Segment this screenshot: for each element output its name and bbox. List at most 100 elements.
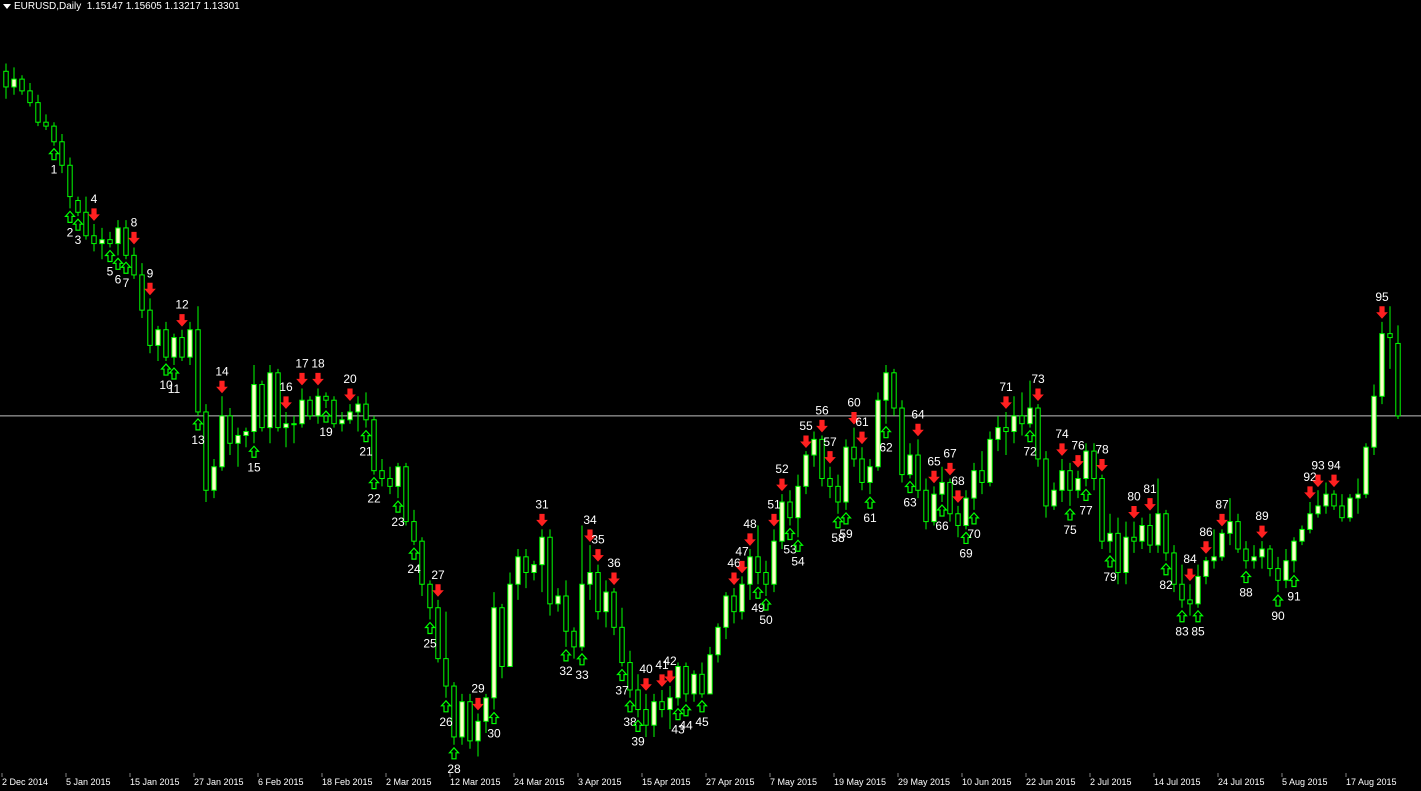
- signal-marker: 31: [535, 497, 549, 527]
- candle-body: [195, 329, 201, 413]
- candle: [387, 466, 393, 495]
- buy-arrow-icon: [1104, 555, 1116, 568]
- signal-marker: 21: [359, 429, 373, 459]
- candle: [955, 505, 961, 538]
- candle-body: [1179, 583, 1185, 601]
- candle: [475, 713, 481, 757]
- candle-body: [835, 485, 841, 503]
- candle: [1235, 513, 1241, 553]
- candle-body: [19, 78, 25, 92]
- candle-body: [1003, 427, 1009, 433]
- candle: [523, 549, 529, 589]
- time-axis-label: 5 Aug 2015: [1282, 777, 1328, 787]
- candle: [963, 490, 969, 530]
- signal-label: 80: [1127, 490, 1141, 504]
- sell-arrow-icon: [744, 533, 756, 546]
- candle-body: [451, 685, 457, 738]
- sell-arrow-icon: [472, 697, 484, 711]
- signal-label: 94: [1327, 458, 1341, 472]
- buy-arrow-icon: [248, 445, 260, 458]
- signal-label: 31: [535, 497, 549, 511]
- sell-arrow-icon: [1304, 486, 1316, 499]
- time-axis-label: 5 Jan 2015: [66, 777, 111, 787]
- candle: [1147, 513, 1153, 553]
- signal-label: 65: [927, 454, 941, 468]
- signal-marker: 79: [1103, 555, 1117, 584]
- signal-marker: 53: [783, 527, 797, 557]
- candle: [259, 380, 265, 432]
- signal-label: 76: [1071, 439, 1085, 453]
- signal-label: 54: [791, 554, 805, 568]
- signal-label: 79: [1103, 570, 1117, 584]
- candle: [59, 133, 65, 174]
- signal-label: 75: [1063, 523, 1077, 537]
- sell-arrow-icon: [728, 572, 740, 586]
- candle-body: [619, 626, 625, 664]
- signal-label: 63: [903, 496, 917, 510]
- candle-body: [267, 372, 273, 429]
- buy-arrow-icon: [864, 496, 876, 509]
- candle: [515, 549, 521, 600]
- sell-arrow-icon: [176, 314, 188, 327]
- candle: [1219, 529, 1225, 561]
- signal-marker: 19: [319, 410, 333, 439]
- buy-arrow-icon: [696, 699, 708, 713]
- buy-arrow-icon: [968, 511, 980, 525]
- candle-body: [547, 536, 553, 605]
- candle-body: [1283, 560, 1289, 581]
- candle-body: [851, 446, 857, 460]
- sell-arrow-icon: [856, 431, 868, 445]
- candle-body: [867, 466, 873, 483]
- signal-marker: 90: [1271, 594, 1285, 623]
- candle-body: [931, 493, 937, 523]
- candle: [179, 329, 185, 362]
- signal-label: 26: [439, 715, 453, 729]
- candle: [915, 439, 921, 499]
- candle-body: [923, 489, 929, 523]
- sell-arrow-icon: [144, 282, 156, 296]
- candle-body: [843, 446, 849, 503]
- candle-body: [579, 583, 585, 648]
- candle: [1195, 564, 1201, 608]
- candle-body: [691, 673, 697, 695]
- signal-marker: 25: [423, 621, 437, 650]
- candle-body: [1315, 505, 1321, 515]
- candle: [763, 560, 769, 596]
- buy-arrow-icon: [560, 649, 572, 662]
- candle: [723, 592, 729, 640]
- signal-marker: 8: [128, 216, 140, 245]
- time-axis-label: 29 May 2015: [898, 777, 950, 787]
- candle: [651, 693, 657, 737]
- candle-body: [531, 564, 537, 573]
- candle: [971, 462, 977, 510]
- signal-label: 37: [615, 683, 629, 697]
- signal-marker: 78: [1095, 443, 1109, 472]
- price-chart[interactable]: 123456 7891011121314151617 181920212223242…: [0, 0, 1421, 791]
- candle-body: [355, 403, 361, 413]
- candle: [1251, 545, 1257, 569]
- candle-body: [1075, 478, 1081, 491]
- sell-arrow-icon: [1096, 459, 1108, 472]
- buy-arrow-icon: [72, 218, 84, 231]
- signal-marker: 95: [1375, 290, 1389, 319]
- sell-arrow-icon: [608, 572, 620, 586]
- candle-body: [435, 607, 441, 660]
- buy-arrow-icon: [1176, 609, 1188, 623]
- candle: [1107, 513, 1113, 553]
- candle: [283, 411, 289, 448]
- time-axis-label: 14 Jul 2015: [1154, 777, 1201, 787]
- candle: [1315, 490, 1321, 518]
- candle-body: [179, 337, 185, 358]
- signal-label: 20: [343, 372, 357, 386]
- sell-arrow-icon: [536, 513, 548, 527]
- candle: [235, 427, 241, 467]
- signal-label: 69: [959, 546, 973, 560]
- candle-body: [659, 701, 665, 711]
- candle: [1003, 411, 1009, 456]
- signal-label: 4: [91, 192, 98, 206]
- candle: [867, 458, 873, 495]
- signal-marker: 57: [823, 435, 837, 464]
- candle-body: [811, 438, 817, 456]
- buy-arrow-icon: [880, 425, 892, 439]
- signal-marker: 94: [1327, 458, 1341, 488]
